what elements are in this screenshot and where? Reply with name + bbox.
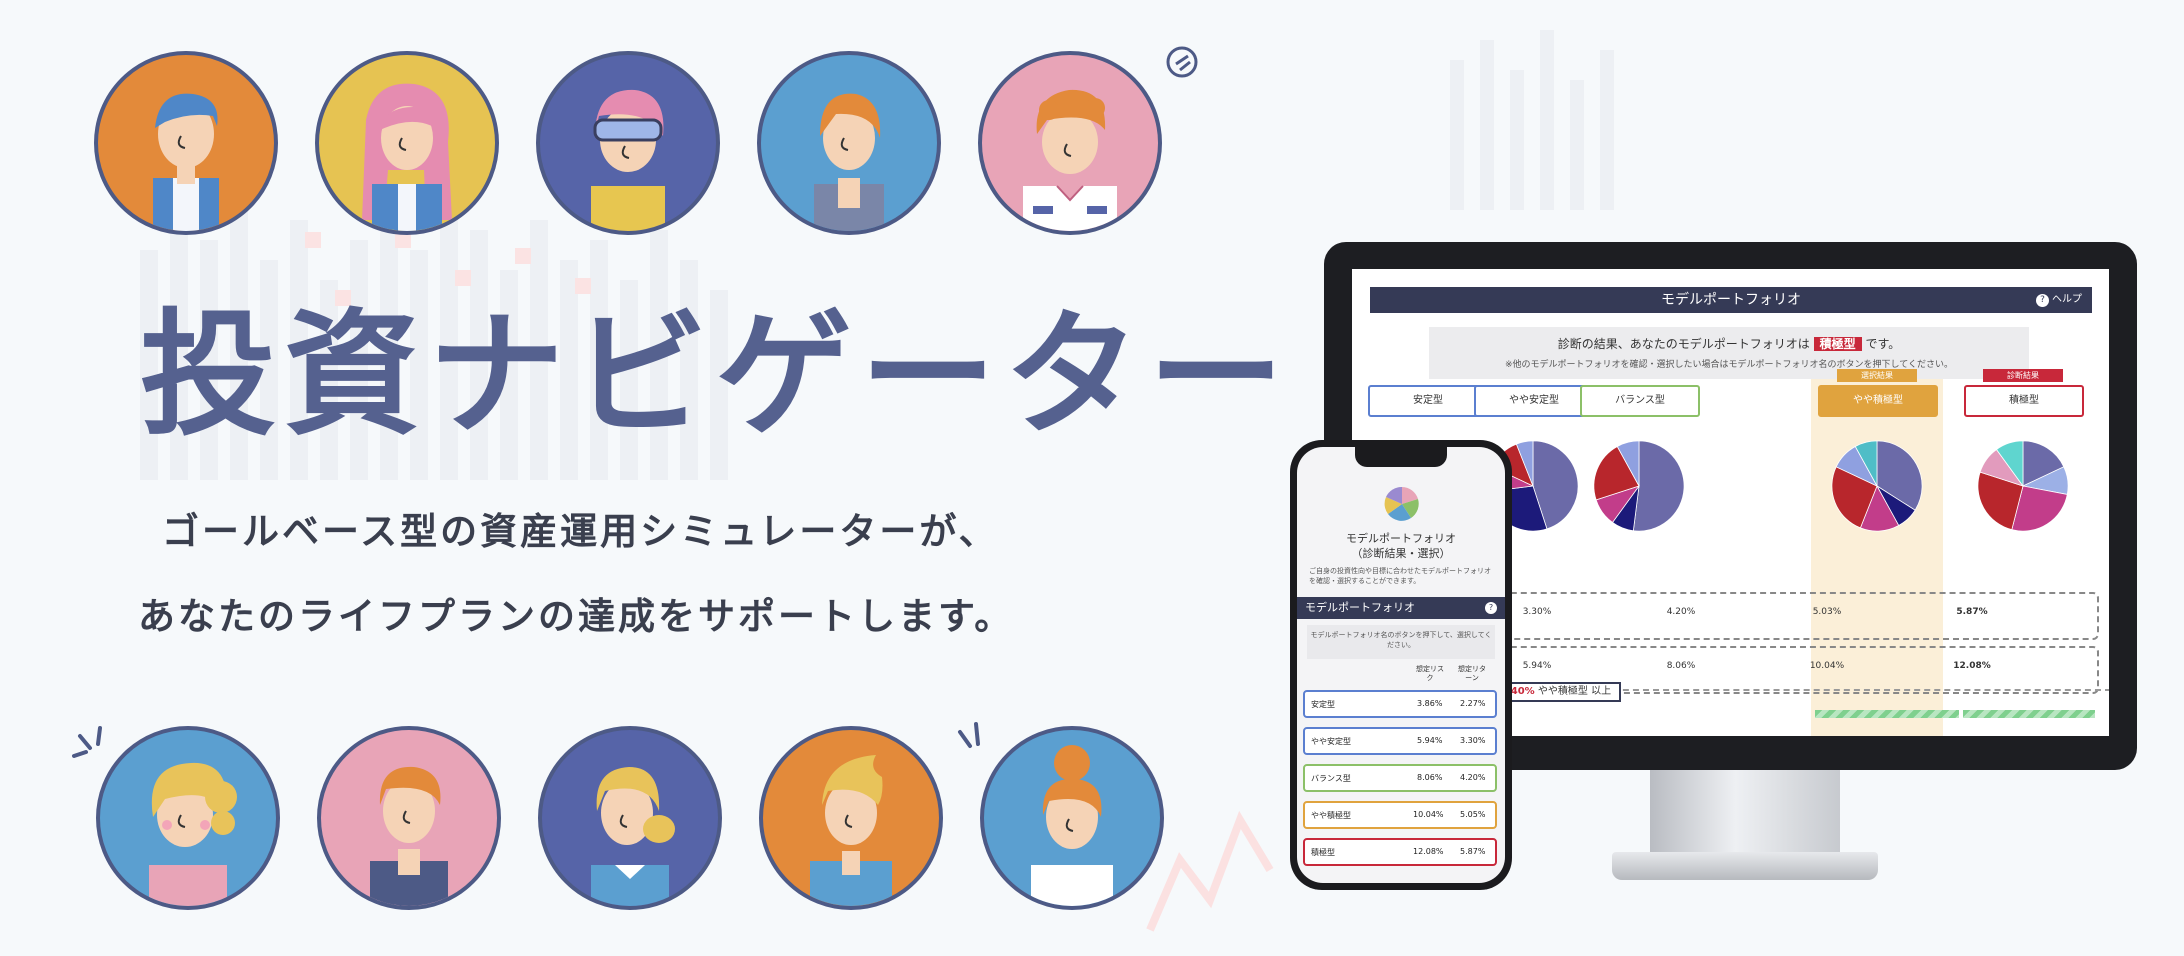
avatar-icon [96, 726, 280, 910]
goal-text: やや積極型 以上 [1537, 686, 1612, 697]
row-name: やや安定型 [1311, 737, 1351, 746]
progress-stripe [1963, 710, 2095, 718]
return-value: 4.20% [1666, 607, 1696, 617]
risk-value: 10.04% [1809, 661, 1845, 671]
avatar-icon [757, 51, 941, 235]
avatar-icon [759, 726, 943, 910]
phone-notch [1355, 447, 1447, 467]
portfolio-row[interactable]: 安定型 3.86% 2.27% [1303, 690, 1497, 718]
sparkle-icon [1166, 46, 1198, 78]
result-note: ※他のモデルポートフォリオを確認・選択したい場合はモデルポートフォリオ名のボタン… [1504, 360, 1953, 370]
row-name: バランス型 [1311, 774, 1351, 783]
return-row: 3.30% 4.20% 5.03% 5.87% [1435, 592, 2099, 640]
help-button[interactable]: ? ヘルプ [2036, 287, 2082, 313]
row-return: 5.87% [1460, 847, 1486, 856]
row-risk: 12.08% [1413, 847, 1444, 856]
row-risk: 8.06% [1417, 773, 1443, 782]
phone-note: モデルポートフォリオ名のボタンを押下して、選択してください。 [1307, 625, 1495, 659]
portfolio-button-balance[interactable]: バランス型 [1580, 385, 1700, 417]
portfolio-row[interactable]: やや安定型 5.94% 3.30% [1303, 727, 1497, 755]
portfolio-row[interactable]: バランス型 8.06% 4.20% [1303, 764, 1497, 792]
portfolio-button-somewhat-stable[interactable]: やや安定型 [1474, 385, 1594, 417]
return-value: 5.87% [1956, 607, 1988, 617]
pie-slice [1632, 440, 1685, 532]
portfolio-button-aggressive[interactable]: 積極型 [1964, 385, 2084, 417]
smartphone: モデルポートフォリオ （診断結果・選択） ご自身の投資性向や目標に合わせたモデル… [1290, 440, 1512, 890]
row-return: 2.27% [1460, 699, 1486, 708]
phone-title-line-1: モデルポートフォリオ [1346, 532, 1456, 545]
row-risk: 3.86% [1417, 699, 1443, 708]
avatar-icon [538, 726, 722, 910]
pie-chart [1593, 440, 1685, 532]
phone-screen: モデルポートフォリオ （診断結果・選択） ご自身の投資性向や目標に合わせたモデル… [1297, 447, 1505, 883]
portfolio-row[interactable]: 積極型 12.08% 5.87% [1303, 838, 1497, 866]
avatar-icon [317, 726, 501, 910]
avatar-icon [536, 51, 720, 235]
risk-value: 12.08% [1953, 661, 1991, 671]
row-return: 4.20% [1460, 773, 1486, 782]
phone-description: ご自身の投資性向や目標に合わせたモデルポートフォリオを確認・選択することができま… [1309, 567, 1491, 585]
help-icon[interactable]: ? [1485, 602, 1497, 614]
help-icon: ? [2036, 294, 2049, 307]
row-return: 5.05% [1460, 810, 1486, 819]
progress-stripe [1815, 710, 1959, 718]
portfolio-header: モデルポートフォリオ ? ヘルプ [1370, 287, 2092, 313]
help-label: ヘルプ [2052, 294, 2082, 305]
return-value: 5.03% [1812, 607, 1842, 617]
result-prefix: 診断の結果、あなたのモデルポートフォリオは [1557, 337, 1810, 351]
pie-logo-icon [1384, 486, 1419, 521]
row-risk: 10.04% [1413, 810, 1444, 819]
avatar-icon [978, 51, 1162, 235]
avatar-icon [980, 726, 1164, 910]
phone-title: モデルポートフォリオ （診断結果・選択） [1297, 531, 1505, 561]
header-title: モデルポートフォリオ [1661, 292, 1801, 308]
selected-badge: 選択結果 [1837, 369, 1917, 382]
page-title: 投資ナビゲーター [140, 297, 1292, 455]
pie-chart [1977, 440, 2069, 532]
result-type-badge: 積極型 [1813, 337, 1862, 351]
pie-chart [1831, 440, 1923, 532]
diagnosis-result-box: 診断の結果、あなたのモデルポートフォリオは 積極型 です。 ※他のモデルポートフ… [1429, 327, 2029, 379]
row-name: 安定型 [1311, 700, 1335, 709]
row-return: 3.30% [1460, 736, 1486, 745]
phone-title-line-2: （診断結果・選択） [1351, 547, 1451, 560]
row-name: 積極型 [1311, 848, 1335, 857]
column-header-risk: 想定リスク [1416, 665, 1444, 682]
portfolio-button-somewhat-aggressive[interactable]: やや積極型 [1818, 385, 1938, 417]
phone-section-title: モデルポートフォリオ [1305, 601, 1415, 614]
phone-section-bar: モデルポートフォリオ ? [1297, 597, 1505, 619]
monitor-base [1612, 852, 1878, 880]
portfolio-button-stable[interactable]: 安定型 [1368, 385, 1488, 417]
result-suffix: です。 [1865, 337, 1901, 351]
diagnosis-badge: 診断結果 [1983, 369, 2063, 382]
column-header-return: 想定リターン [1458, 665, 1486, 682]
subtitle-line-1: ゴールベース型の資産運用シミュレーターが、 [162, 510, 999, 553]
risk-value: 8.06% [1666, 661, 1696, 671]
row-name: やや積極型 [1311, 811, 1351, 820]
portfolio-row[interactable]: やや積極型 10.04% 5.05% [1303, 801, 1497, 829]
avatar-icon [94, 51, 278, 235]
avatar-icon [315, 51, 499, 235]
monitor-stand [1650, 770, 1840, 860]
subtitle-line-2: あなたのライフプランの達成をサポートします。 [138, 595, 1015, 638]
row-risk: 5.94% [1417, 736, 1443, 745]
